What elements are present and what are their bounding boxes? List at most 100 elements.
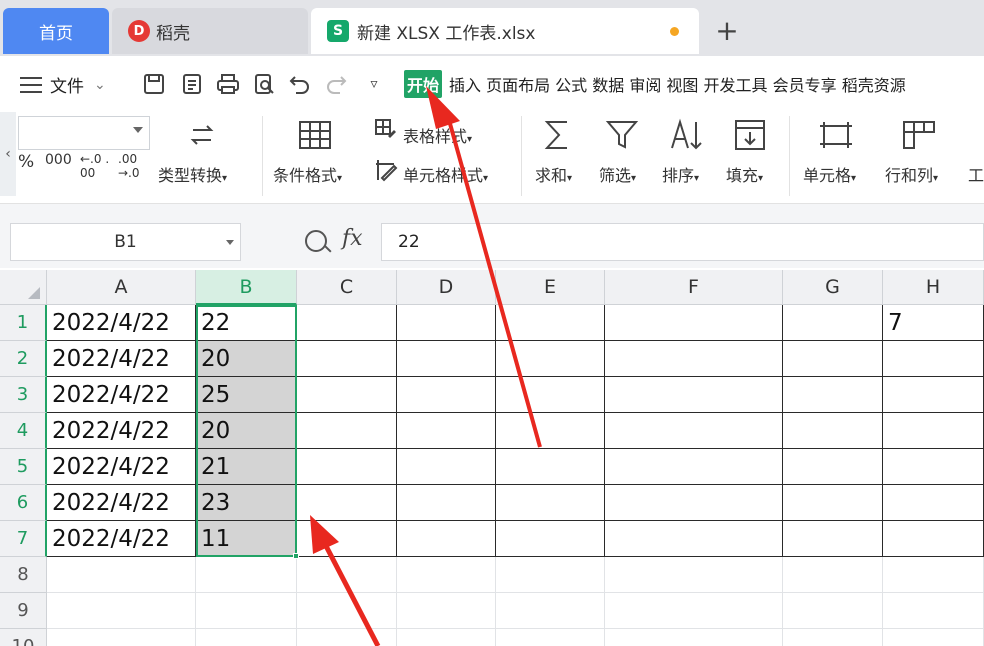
cell-h10[interactable] — [883, 629, 984, 646]
cell-b1[interactable]: 22 — [196, 305, 297, 341]
cell-f2[interactable] — [605, 341, 783, 377]
cell-d7[interactable] — [397, 521, 496, 557]
cell-g10[interactable] — [783, 629, 883, 646]
cell-f7[interactable] — [605, 521, 783, 557]
print-preview-icon[interactable] — [250, 70, 278, 98]
cell-c9[interactable] — [297, 593, 397, 629]
row-header-3[interactable]: 3 — [0, 377, 47, 413]
column-header-a[interactable]: A — [47, 270, 196, 305]
cell-b5[interactable]: 21 — [196, 449, 297, 485]
cell-b3[interactable]: 25 — [196, 377, 297, 413]
ribbon-scroll-left-icon[interactable]: ‹ — [0, 112, 16, 196]
cell-h9[interactable] — [883, 593, 984, 629]
cell-d1[interactable] — [397, 305, 496, 341]
column-header-g[interactable]: G — [783, 270, 883, 305]
cell-d2[interactable] — [397, 341, 496, 377]
cell-f6[interactable] — [605, 485, 783, 521]
cell-g6[interactable] — [783, 485, 883, 521]
cell-a7[interactable]: 2022/4/22 — [47, 521, 196, 557]
select-all-corner[interactable] — [0, 270, 47, 305]
cell-f8[interactable] — [605, 557, 783, 593]
cell-c10[interactable] — [297, 629, 397, 646]
zoom-search-icon[interactable] — [305, 230, 327, 252]
cell-a2[interactable]: 2022/4/22 — [47, 341, 196, 377]
cell-b2[interactable]: 20 — [196, 341, 297, 377]
row-header-7[interactable]: 7 — [0, 521, 47, 557]
worksheet-grid[interactable]: A B C D E F G H 1 2022/4/22 22 7 2 2022/4/22 20 3 2022/4… — [0, 270, 984, 646]
cell-h6[interactable] — [883, 485, 984, 521]
redo-icon[interactable] — [322, 70, 350, 98]
cell-a9[interactable] — [47, 593, 196, 629]
row-header-1[interactable]: 1 — [0, 305, 47, 341]
cell-e8[interactable] — [496, 557, 605, 593]
cell-e9[interactable] — [496, 593, 605, 629]
number-format-dropdown[interactable] — [18, 116, 150, 150]
cell-g8[interactable] — [783, 557, 883, 593]
cell-h4[interactable] — [883, 413, 984, 449]
cell-a1[interactable]: 2022/4/22 — [47, 305, 196, 341]
cell-c4[interactable] — [297, 413, 397, 449]
percent-style-button[interactable]: % — [18, 152, 34, 172]
cell-d6[interactable] — [397, 485, 496, 521]
column-header-c[interactable]: C — [297, 270, 397, 305]
save-icon[interactable] — [140, 70, 168, 98]
sum-button[interactable]: 求和▾ — [535, 162, 572, 186]
cell-f5[interactable] — [605, 449, 783, 485]
cell-b10[interactable] — [196, 629, 297, 646]
insert-function-button[interactable]: fx — [342, 226, 363, 251]
filter-button[interactable]: 筛选▾ — [599, 162, 636, 186]
cell-c3[interactable] — [297, 377, 397, 413]
cell-h8[interactable] — [883, 557, 984, 593]
undo-icon[interactable] — [286, 70, 314, 98]
cell-f9[interactable] — [605, 593, 783, 629]
cell-d5[interactable] — [397, 449, 496, 485]
cell-e7[interactable] — [496, 521, 605, 557]
table-style-button[interactable]: 表格样式▾ — [403, 123, 472, 147]
formula-input[interactable]: 22 — [381, 223, 984, 261]
new-tab-button[interactable]: + — [712, 14, 742, 48]
cell-a6[interactable]: 2022/4/22 — [47, 485, 196, 521]
cell-a8[interactable] — [47, 557, 196, 593]
cell-f1[interactable] — [605, 305, 783, 341]
name-box[interactable]: B1 — [10, 223, 241, 261]
cell-e6[interactable] — [496, 485, 605, 521]
column-header-d[interactable]: D — [397, 270, 496, 305]
cell-f3[interactable] — [605, 377, 783, 413]
cell-e3[interactable] — [496, 377, 605, 413]
cell-c1[interactable] — [297, 305, 397, 341]
cell-a3[interactable]: 2022/4/22 — [47, 377, 196, 413]
row-header-4[interactable]: 4 — [0, 413, 47, 449]
sort-button[interactable]: 排序▾ — [662, 162, 699, 186]
cell-f10[interactable] — [605, 629, 783, 646]
row-header-10[interactable]: 10 — [0, 629, 47, 646]
cell-d10[interactable] — [397, 629, 496, 646]
cell-g7[interactable] — [783, 521, 883, 557]
file-menu-button[interactable]: 文件 ⌄ — [20, 72, 106, 97]
cell-h1[interactable]: 7 — [883, 305, 984, 341]
cell-e5[interactable] — [496, 449, 605, 485]
cell-g2[interactable] — [783, 341, 883, 377]
cell-c7[interactable] — [297, 521, 397, 557]
cell-h3[interactable] — [883, 377, 984, 413]
cell-c8[interactable] — [297, 557, 397, 593]
cell-e1[interactable] — [496, 305, 605, 341]
cell-style-button[interactable]: 单元格样式▾ — [403, 162, 488, 186]
cell-c2[interactable] — [297, 341, 397, 377]
cell-a5[interactable]: 2022/4/22 — [47, 449, 196, 485]
cell-b8[interactable] — [196, 557, 297, 593]
decrease-decimal-button[interactable]: .00 →.0 — [118, 152, 150, 180]
customize-toolbar-icon[interactable]: ▿ — [360, 70, 388, 98]
tab-current-file[interactable]: S 新建 XLSX 工作表.xlsx — [311, 8, 699, 54]
cell-e10[interactable] — [496, 629, 605, 646]
row-header-9[interactable]: 9 — [0, 593, 47, 629]
ribbon-other-tabs[interactable]: 插入 页面布局 公式 数据 审阅 视图 开发工具 会员专享 稻壳资源 — [449, 72, 906, 96]
cell-d3[interactable] — [397, 377, 496, 413]
type-convert-button[interactable]: 类型转换▾ — [158, 162, 227, 186]
row-header-2[interactable]: 2 — [0, 341, 47, 377]
cell-g3[interactable] — [783, 377, 883, 413]
cell-b6[interactable]: 23 — [196, 485, 297, 521]
worksheet-button[interactable]: 工 — [968, 162, 984, 186]
thousands-separator-button[interactable]: 000 — [45, 152, 72, 168]
fill-button[interactable]: 填充▾ — [726, 162, 763, 186]
increase-decimal-button[interactable]: ←.0 .00 — [80, 152, 112, 180]
